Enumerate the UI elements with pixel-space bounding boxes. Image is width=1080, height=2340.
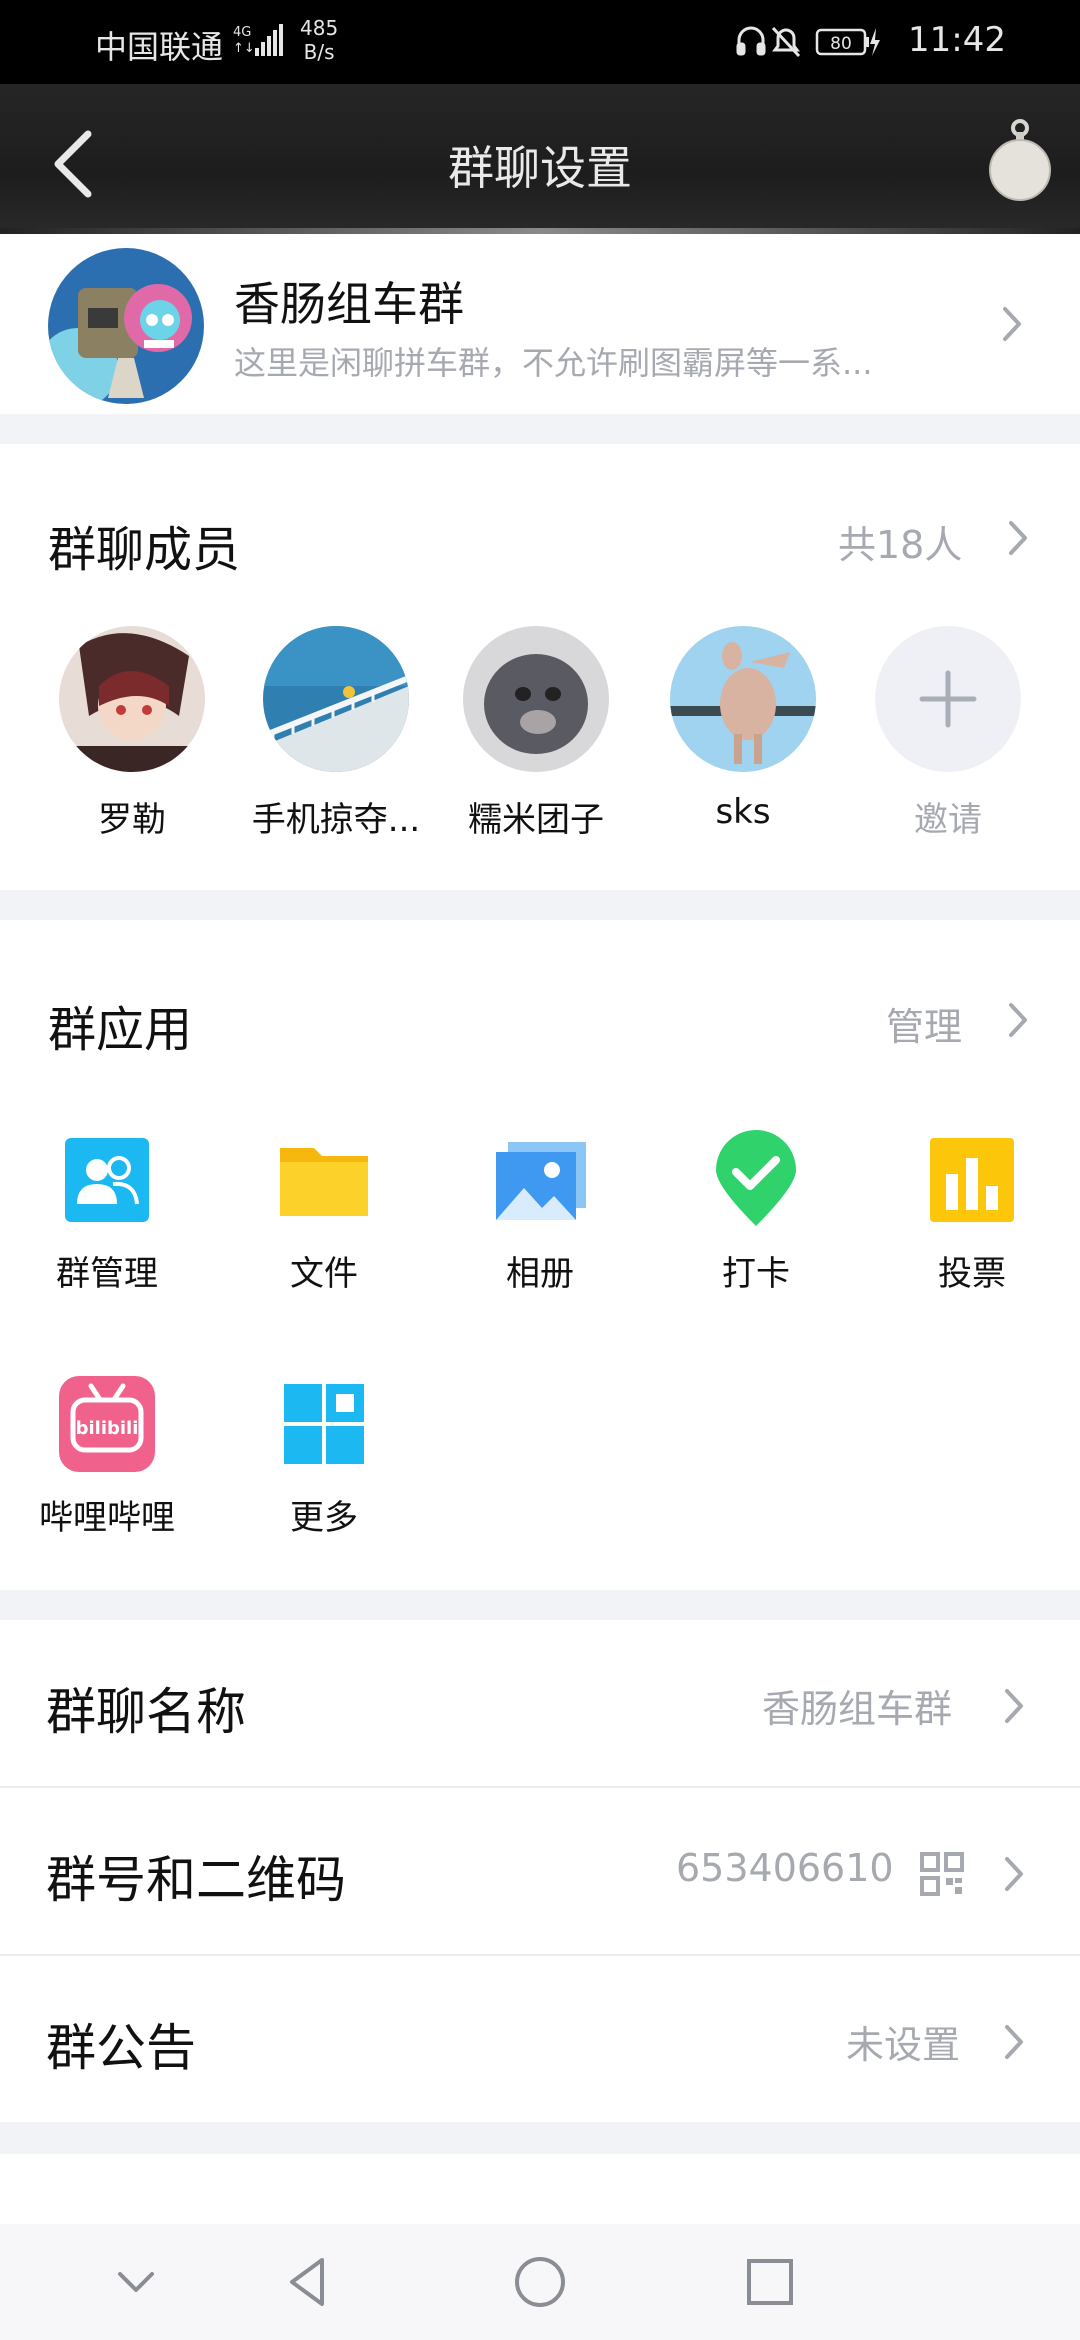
- chevron-right-icon: [1002, 306, 1022, 342]
- announcement-row[interactable]: 群公告 未设置: [0, 1956, 1080, 2122]
- pocket-watch-icon[interactable]: [985, 114, 1055, 204]
- app-more[interactable]: 更多: [234, 1374, 414, 1539]
- next-section-partial: [0, 2154, 1080, 2224]
- album-icon: [490, 1130, 590, 1230]
- recents-square-icon[interactable]: [740, 2252, 800, 2312]
- app-files[interactable]: 文件: [234, 1130, 414, 1295]
- chevron-right-icon[interactable]: [1008, 1002, 1028, 1038]
- member-avatar: [670, 626, 816, 772]
- app-bilibili[interactable]: bilibili 哔哩哔哩: [17, 1374, 197, 1539]
- chevron-right-icon: [1004, 1856, 1024, 1892]
- member-avatar: [263, 626, 409, 772]
- member-name: 手机掠夺...: [251, 800, 421, 840]
- app-label: 文件: [290, 1254, 358, 1294]
- status-bar: 中国联通 4G ↑↓ 485 B/s 80 11:42: [0, 0, 1080, 84]
- member-item[interactable]: 罗勒: [42, 626, 222, 841]
- members-section: 群聊成员 共18人 罗勒 手机掠夺... 糯米团子 sks 邀请: [0, 444, 1080, 890]
- plus-icon: [875, 626, 1021, 772]
- member-avatar: [463, 626, 609, 772]
- app-label: 哔哩哔哩: [39, 1498, 175, 1538]
- member-name: 糯米团子: [468, 800, 604, 840]
- row-label: 群聊名称: [46, 1683, 246, 1741]
- network-speed-unit: B/s: [303, 40, 335, 64]
- chevron-right-icon[interactable]: [1008, 520, 1028, 556]
- clock: 11:42: [908, 20, 1006, 60]
- invite-label: 邀请: [914, 800, 982, 840]
- net-type-label: 4G: [233, 25, 251, 40]
- group-description: 这里是闲聊拼车群，不允许刷图霸屏等一系...: [234, 344, 873, 382]
- group-avatar: [48, 248, 204, 404]
- row-label: 群号和二维码: [46, 1851, 346, 1909]
- group-name: 香肠组车群: [234, 277, 464, 331]
- invite-member-button[interactable]: 邀请: [858, 626, 1038, 841]
- app-album[interactable]: 相册: [450, 1130, 630, 1295]
- group-profile-row[interactable]: 香肠组车群 这里是闲聊拼车群，不允许刷图霸屏等一系...: [0, 234, 1080, 414]
- app-checkin[interactable]: 打卡: [666, 1130, 846, 1295]
- bilibili-icon: bilibili: [57, 1374, 157, 1474]
- vote-icon: [922, 1130, 1022, 1230]
- app-label: 打卡: [722, 1254, 790, 1294]
- battery-level: 80: [830, 34, 852, 54]
- row-value: 未设置: [846, 2023, 961, 2067]
- group-apps-section: 群应用 管理 群管理 文件 相册 打卡 投票 bilibili 哔哩哔哩 更多: [0, 920, 1080, 1590]
- row-value: 香肠组车群: [762, 1687, 953, 1731]
- battery-icon: 80: [815, 28, 880, 56]
- more-apps-icon: [274, 1374, 374, 1474]
- home-circle-icon[interactable]: [510, 2252, 570, 2312]
- svg-text:↑↓: ↑↓: [233, 41, 255, 56]
- member-name: 罗勒: [98, 800, 166, 840]
- app-vote[interactable]: 投票: [882, 1130, 1062, 1295]
- row-label: 群公告: [46, 2019, 196, 2077]
- member-count[interactable]: 共18人: [838, 514, 962, 569]
- status-icons: 80: [736, 26, 880, 58]
- members-title: 群聊成员: [48, 522, 241, 578]
- group-id-value: 653406610: [676, 1846, 894, 1890]
- checkin-icon: [706, 1130, 806, 1230]
- group-name-row[interactable]: 群聊名称 香肠组车群: [0, 1620, 1080, 1786]
- app-label: 相册: [506, 1254, 574, 1294]
- app-label: 群管理: [56, 1254, 158, 1294]
- carrier-label: 中国联通: [95, 28, 224, 66]
- member-item[interactable]: 糯米团子: [446, 626, 626, 841]
- system-navigation-bar: [0, 2224, 1080, 2340]
- back-triangle-icon[interactable]: [278, 2252, 338, 2312]
- member-name: sks: [715, 792, 771, 832]
- network-speed: 485 B/s: [300, 16, 338, 64]
- app-group-manage[interactable]: 群管理: [17, 1130, 197, 1295]
- chevron-down-icon[interactable]: [106, 2252, 166, 2312]
- member-item[interactable]: 手机掠夺...: [246, 626, 426, 841]
- page-title: 群聊设置: [448, 141, 632, 195]
- header: 群聊设置: [0, 84, 1080, 234]
- group-manage-icon: [57, 1130, 157, 1230]
- chevron-right-icon: [1004, 2024, 1024, 2060]
- chevron-right-icon: [1004, 1688, 1024, 1724]
- manage-apps-link[interactable]: 管理: [886, 996, 962, 1051]
- folder-icon: [274, 1130, 374, 1230]
- qr-code-icon: [920, 1852, 964, 1896]
- member-avatar: [59, 626, 205, 772]
- headphone-icon: [736, 26, 766, 56]
- app-label: 投票: [938, 1254, 1006, 1294]
- svg-text:bilibili: bilibili: [76, 1418, 139, 1439]
- apps-title: 群应用: [48, 1002, 193, 1058]
- group-id-row[interactable]: 群号和二维码 653406610: [0, 1788, 1080, 1954]
- app-label: 更多: [290, 1498, 358, 1538]
- member-item[interactable]: sks: [653, 626, 833, 832]
- signal-icon: 4G ↑↓: [233, 24, 283, 56]
- mute-bell-icon: [771, 26, 801, 58]
- network-speed-value: 485: [300, 16, 339, 40]
